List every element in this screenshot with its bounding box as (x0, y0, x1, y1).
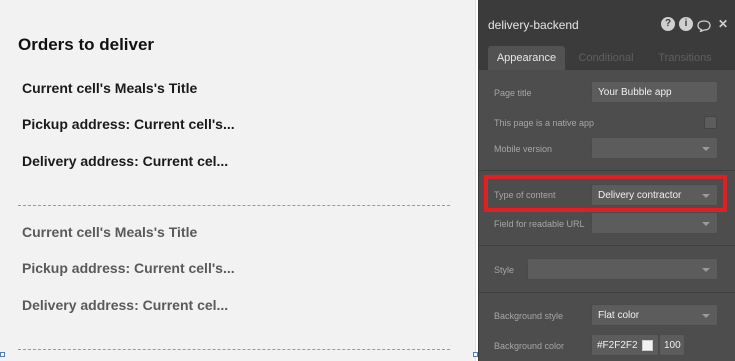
native-app-checkbox[interactable] (704, 116, 717, 129)
background-color-input[interactable]: #F2F2F2 (591, 334, 659, 356)
cell-divider (18, 205, 450, 206)
cell-divider (18, 349, 450, 350)
canvas-title[interactable]: Orders to deliver (18, 35, 154, 55)
background-style-value: Flat color (598, 310, 640, 321)
background-color-hex: #F2F2F2 (597, 340, 638, 351)
chevron-down-icon (702, 147, 710, 151)
highlight-box (484, 175, 727, 212)
chevron-down-icon (702, 268, 710, 272)
resize-handle[interactable] (0, 352, 5, 357)
cell-delivery-address[interactable]: Delivery address: Current cel... (22, 297, 228, 313)
style-label: Style (494, 265, 515, 275)
cell-pickup-address[interactable]: Pickup address: Current cell's... (22, 116, 235, 132)
comment-icon[interactable] (697, 19, 711, 33)
readable-url-label: Field for readable URL (494, 219, 585, 229)
page-canvas[interactable]: Orders to deliver Current cell's Meals's… (0, 0, 476, 361)
panel-divider (479, 170, 735, 171)
page-title-value: Your Bubble app (598, 87, 672, 98)
panel-header[interactable]: delivery-backend ? i ✕ (479, 0, 735, 46)
close-icon[interactable]: ✕ (716, 17, 730, 31)
chevron-down-icon (702, 222, 710, 226)
background-style-label: Background style (494, 311, 564, 321)
panel-title: delivery-backend (488, 18, 579, 32)
panel-divider (479, 245, 735, 246)
background-style-dropdown[interactable]: Flat color (591, 304, 718, 326)
info-icon[interactable]: i (679, 17, 693, 31)
tab-transitions[interactable]: Transitions (649, 46, 721, 70)
help-icon[interactable]: ? (661, 17, 675, 31)
native-app-label: This page is a native app (494, 118, 595, 128)
mobile-version-dropdown[interactable] (591, 137, 718, 159)
cell-delivery-address[interactable]: Delivery address: Current cel... (22, 153, 228, 169)
background-opacity-value: 100 (664, 340, 681, 351)
cell-pickup-address[interactable]: Pickup address: Current cell's... (22, 260, 235, 276)
page-title-label: Page title (494, 88, 532, 98)
readable-url-dropdown[interactable] (591, 212, 718, 234)
background-opacity-input[interactable]: 100 (659, 334, 685, 356)
cell-meal-title[interactable]: Current cell's Meals's Title (22, 80, 197, 96)
tab-appearance[interactable]: Appearance (488, 46, 565, 70)
panel-tabs: Appearance Conditional Transitions (479, 46, 735, 70)
tab-conditional[interactable]: Conditional (570, 46, 642, 70)
cell-meal-title[interactable]: Current cell's Meals's Title (22, 224, 197, 240)
style-dropdown[interactable] (527, 258, 718, 280)
chevron-down-icon (702, 314, 710, 318)
panel-divider (479, 292, 735, 293)
page-title-input[interactable]: Your Bubble app (591, 81, 718, 103)
background-color-label: Background color (494, 341, 565, 351)
color-swatch[interactable] (642, 340, 653, 351)
mobile-version-label: Mobile version (494, 144, 553, 154)
